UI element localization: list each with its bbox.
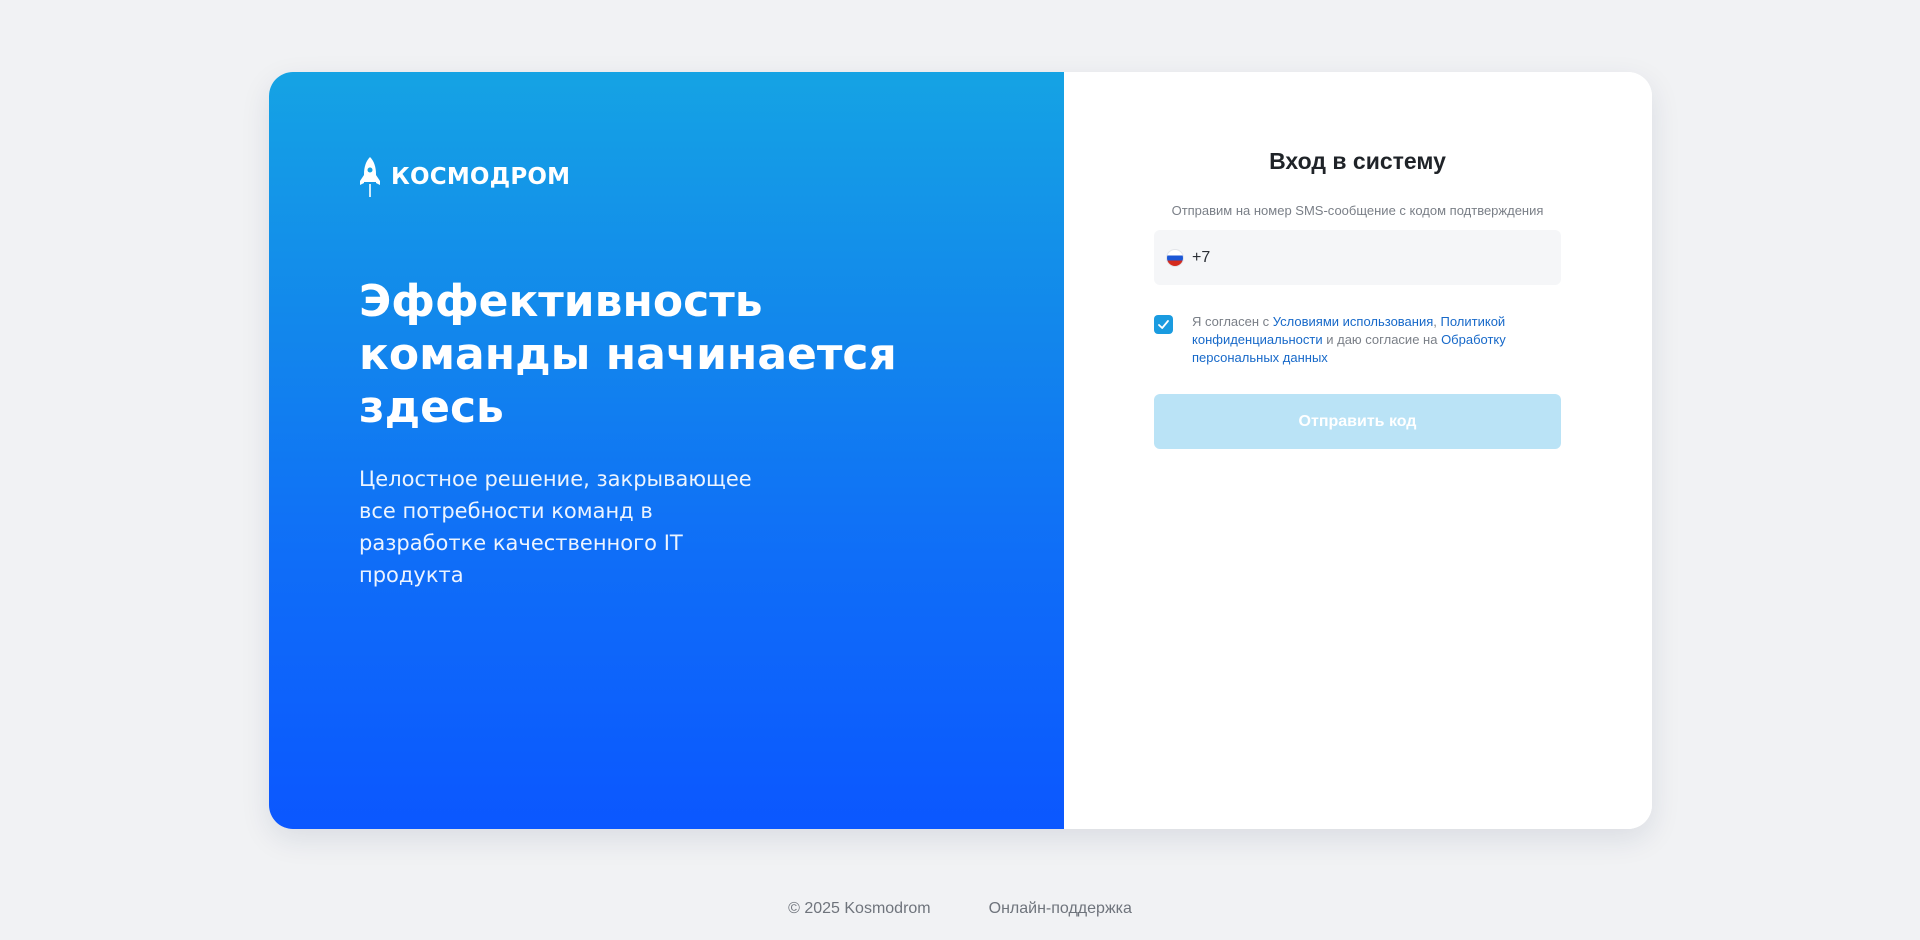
consent-checkbox[interactable]	[1154, 315, 1173, 334]
rocket-icon	[360, 157, 380, 197]
phone-field[interactable]	[1154, 230, 1561, 285]
footer: © 2025 Kosmodrom Онлайн-поддержка	[0, 900, 1920, 918]
hero-title: Эффективность команды начинается здесь	[359, 276, 897, 433]
consent-text: Я согласен с Условиями использования, По…	[1192, 313, 1561, 367]
login-form: Вход в систему Отправим на номер SMS-соо…	[1154, 146, 1561, 449]
login-panel: Вход в систему Отправим на номер SMS-соо…	[1064, 72, 1652, 829]
form-title: Вход в систему	[1269, 148, 1446, 174]
consent-block: Я согласен с Условиями использования, По…	[1154, 313, 1561, 367]
brand-name: КОСМОДРОМ	[391, 164, 571, 190]
brand-logo: КОСМОДРОМ	[359, 156, 570, 198]
form-hint: Отправим на номер SMS-сообщение с кодом …	[1171, 203, 1544, 218]
check-icon	[1158, 320, 1169, 329]
promo-panel: КОСМОДРОМ Эффективность команды начинает…	[269, 72, 1064, 829]
send-code-button[interactable]: Отправить код	[1154, 394, 1561, 449]
terms-link[interactable]: Условиями использования	[1273, 314, 1434, 329]
russia-flag-icon	[1166, 248, 1184, 267]
support-link[interactable]: Онлайн-поддержка	[989, 900, 1132, 918]
login-card: КОСМОДРОМ Эффективность команды начинает…	[269, 72, 1652, 829]
phone-input[interactable]	[1192, 248, 1549, 267]
hero-subtitle: Целостное решение, закрывающее все потре…	[359, 467, 752, 587]
consent-text-part: ,	[1433, 314, 1441, 329]
copyright: © 2025 Kosmodrom	[788, 900, 931, 917]
consent-text-part: Я согласен с	[1192, 314, 1273, 329]
consent-text-part: и даю согласие на	[1322, 332, 1442, 347]
login-page: КОСМОДРОМ Эффективность команды начинает…	[0, 0, 1920, 940]
